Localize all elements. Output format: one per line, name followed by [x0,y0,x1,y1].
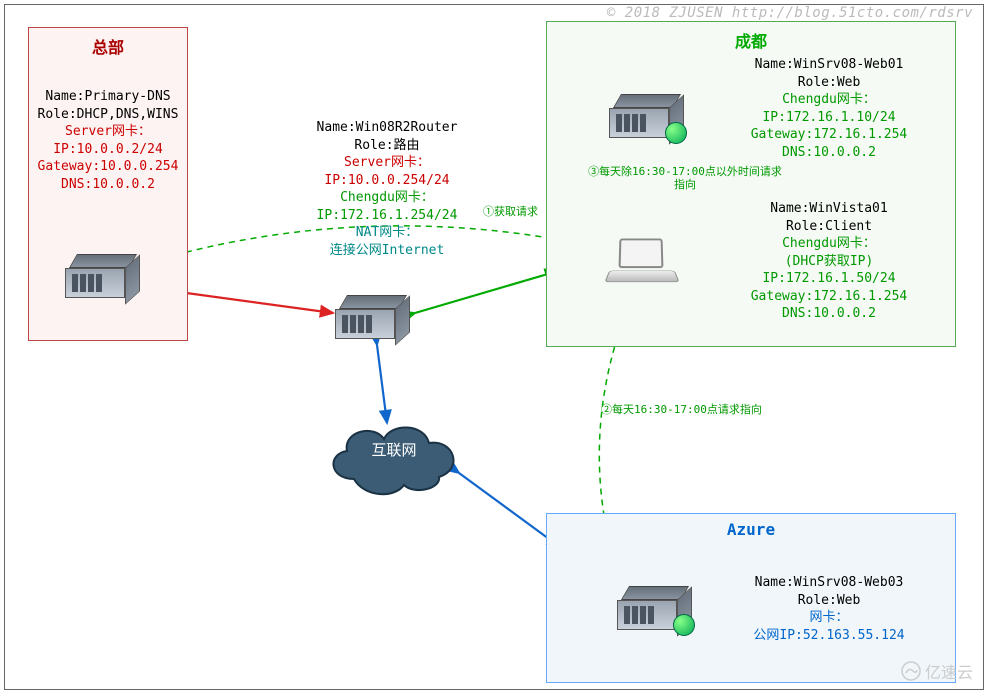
zone-hq-title: 总部 [29,34,187,58]
cloud-internet: 互联网 [319,409,469,499]
server-icon-primary-dns [65,254,137,300]
annotation-req3: ③每天除16:30-17:00点以外时间请求指向 [585,165,785,191]
zone-chengdu-title: 成都 [547,28,955,52]
node-web01-info: Name:WinSrv08-Web01 Role:Web Chengdu网卡： … [719,56,939,161]
laptop-icon [607,238,677,288]
diagram-canvas: © 2018 ZJUSEN http://blog.51cto.com/rdsr… [4,4,984,690]
globe-icon [665,122,687,144]
node-web03-info: Name:WinSrv08-Web03 Role:Web 网卡： 公网IP:52… [719,574,939,644]
annotation-req2: ②每天16:30-17:00点请求指向 [601,403,762,416]
globe-icon [673,614,695,636]
watermark-logo: 亿速云 [901,659,973,683]
server-icon-web01 [609,94,681,140]
node-router-info: Name:Win08R2Router Role:路由 Server网卡： IP:… [297,119,477,259]
node-primary-dns-info: Name:Primary-DNS Role:DHCP,DNS,WINS Serv… [29,88,187,193]
watermark-top: © 2018 ZJUSEN http://blog.51cto.com/rdsr… [607,5,973,21]
zone-azure: Azure Name:WinSrv08-Web03 Role:Web 网卡： 公… [546,513,956,683]
annotation-req1: ①获取请求 [483,205,538,218]
zone-azure-title: Azure [547,520,955,539]
server-icon-web03 [617,586,689,632]
node-vista-info: Name:WinVista01 Role:Client Chengdu网卡： (… [719,200,939,323]
cloud-label: 互联网 [319,439,469,460]
server-icon-router [335,295,407,341]
zone-hq: 总部 Name:Primary-DNS Role:DHCP,DNS,WINS S… [28,27,188,341]
